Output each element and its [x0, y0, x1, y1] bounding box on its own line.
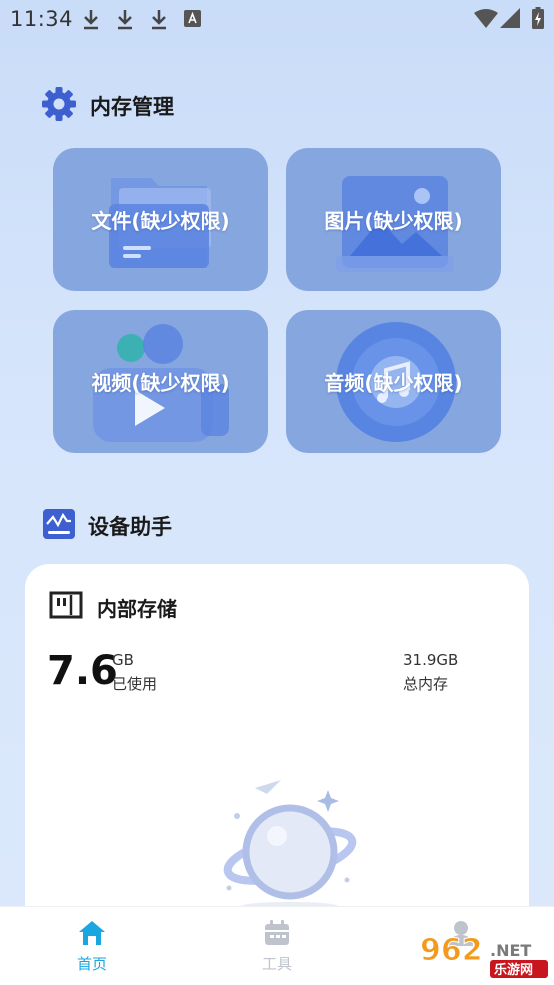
total-storage-value: 31.9GB [403, 651, 459, 669]
download-icon [82, 8, 100, 34]
used-storage-value: 7.6 [47, 648, 118, 694]
section-title: 内存管理 [90, 95, 174, 119]
watermark-brand: 962 [420, 933, 483, 968]
planet-illustration [223, 780, 357, 910]
battery-charging-icon [532, 7, 544, 33]
status-bar: 11:34 [0, 0, 554, 40]
watermark-logo: 962 .NET 乐游网 [418, 932, 548, 984]
device-section-header: 设备助手 [42, 506, 172, 546]
monitor-chart-icon [42, 507, 76, 545]
storage-card-title: 内部存储 [97, 596, 177, 621]
total-storage-label: 总内存 [403, 675, 449, 693]
audio-tile[interactable]: 音频(缺少权限) [286, 310, 501, 453]
nav-home-label: 首页 [76, 955, 107, 973]
status-time: 11:34 [10, 7, 74, 31]
nav-tools[interactable]: 工具 [237, 919, 317, 974]
a-badge-icon [184, 10, 201, 31]
wifi-icon [474, 9, 498, 33]
audio-tile-label: 音频(缺少权限) [324, 371, 463, 395]
video-tile[interactable]: 视频(缺少权限) [53, 310, 268, 453]
sd-card-icon [49, 590, 83, 624]
watermark-subtitle: 乐游网 [494, 962, 533, 978]
download-icon [150, 8, 168, 34]
files-tile[interactable]: 文件(缺少权限) [53, 148, 268, 291]
images-tile-label: 图片(缺少权限) [324, 209, 463, 233]
section-title: 设备助手 [88, 515, 172, 539]
images-tile[interactable]: 图片(缺少权限) [286, 148, 501, 291]
storage-card-header: 内部存储 [49, 590, 177, 624]
download-icon [116, 8, 134, 34]
memory-section-header: 内存管理 [40, 86, 174, 126]
nav-home[interactable]: 首页 [52, 919, 132, 974]
watermark-suffix: .NET [490, 941, 531, 960]
files-tile-label: 文件(缺少权限) [91, 209, 230, 233]
gear-icon [40, 85, 78, 127]
video-tile-label: 视频(缺少权限) [91, 371, 230, 395]
calendar-icon [263, 920, 291, 951]
signal-icon [500, 8, 520, 32]
used-storage-unit: GB [112, 651, 134, 669]
nav-tools-label: 工具 [261, 955, 292, 973]
home-icon [77, 921, 107, 951]
used-storage-label: 已使用 [112, 675, 158, 693]
